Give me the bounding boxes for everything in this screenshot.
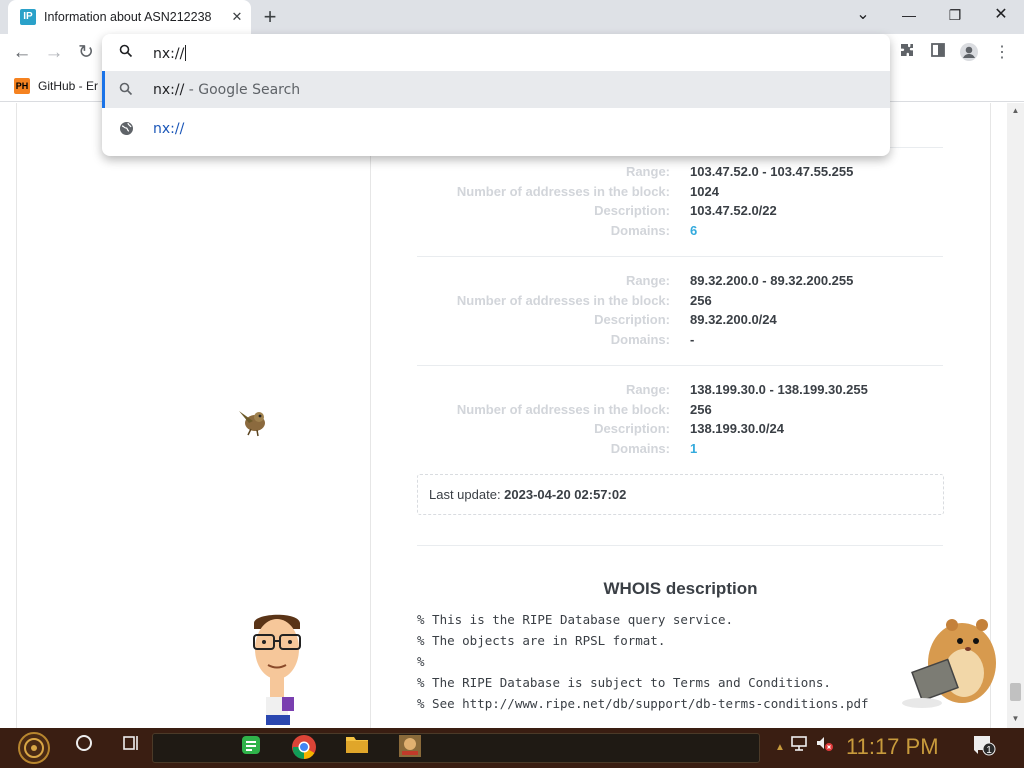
volume-muted-icon[interactable] (810, 734, 838, 762)
domains-value: - (690, 332, 695, 347)
extensions-puzzle-icon[interactable] (896, 42, 918, 64)
domains-link[interactable]: 1 (690, 441, 697, 456)
scroll-thumb[interactable] (1010, 683, 1021, 701)
minimize-button[interactable]: — (886, 0, 932, 30)
tab-close-icon[interactable]: ✕ (228, 8, 246, 26)
description-value: 138.199.30.0/24 (690, 421, 784, 436)
suggestion-url[interactable]: nx:// (102, 110, 890, 147)
range-value: 138.199.30.0 - 138.199.30.255 (690, 382, 868, 397)
range-value: 103.47.52.0 - 103.47.55.255 (690, 164, 854, 179)
start-button[interactable] (14, 731, 54, 768)
taskbar-clock[interactable]: 11:17 PM (846, 734, 939, 760)
last-update-box: Last update: 2023-04-20 02:57:02 (417, 474, 944, 515)
last-update-value: 2023-04-20 02:57:02 (504, 487, 627, 502)
restore-button[interactable]: ❐ (932, 0, 978, 30)
file-explorer-icon[interactable] (343, 734, 371, 762)
svg-text:1: 1 (986, 745, 992, 756)
page-scrollbar[interactable]: ▲ ▼ (1007, 103, 1024, 728)
search-circle-icon[interactable] (70, 734, 98, 762)
tab-strip: IP Information about ASN212238 ✕ + ⌄ — ❐… (0, 0, 1024, 34)
search-icon (118, 82, 134, 98)
tab-search-icon[interactable]: ⌄ (840, 0, 886, 30)
notes-app-icon[interactable] (237, 734, 265, 762)
tab-title: Information about ASN212238 (44, 10, 212, 24)
omnibox-dropdown: nx:// nx:// - Google Search nx:// (102, 34, 890, 156)
whois-line: % The objects are in RPSL format. (417, 633, 666, 648)
range-value: 89.32.200.0 - 89.32.200.255 (690, 273, 854, 288)
address-input[interactable]: nx:// (153, 45, 187, 62)
notifications-icon[interactable]: 1 (970, 734, 998, 762)
description-value: 103.47.52.0/22 (690, 203, 777, 218)
count-value: 256 (690, 293, 712, 308)
new-tab-button[interactable]: + (258, 4, 282, 30)
task-view-icon[interactable] (117, 734, 145, 762)
search-icon (118, 44, 134, 60)
ip-range-block: Range: 138.199.30.0 - 138.199.30.255 Numb… (456, 382, 868, 456)
active-tab[interactable]: IP Information about ASN212238 ✕ (8, 0, 251, 34)
cartoon-man-mascot[interactable] (248, 611, 306, 734)
scroll-down-icon[interactable]: ▼ (1007, 711, 1024, 726)
menu-kebab-icon[interactable]: ⋮ (991, 42, 1013, 64)
address-bar[interactable]: nx:// (102, 34, 890, 71)
hamster-mascot[interactable] (902, 603, 1006, 716)
profile-avatar-icon[interactable] (958, 42, 980, 64)
site-favicon-icon: IP (20, 9, 36, 25)
bird-pet-icon[interactable] (237, 405, 271, 442)
description-value: 89.32.200.0/24 (690, 312, 777, 327)
left-sidebar (16, 103, 371, 728)
whois-line: % (417, 654, 425, 669)
taskbar: ▲ 11:17 PM 1 (0, 728, 1024, 768)
count-value: 1024 (690, 184, 719, 199)
side-panel-icon[interactable] (927, 42, 949, 64)
whois-line: % See http://www.ripe.net/db/support/db-… (417, 696, 869, 711)
ip-range-block: Range: 89.32.200.0 - 89.32.200.255 Number… (456, 273, 854, 347)
whois-line: % The RIPE Database is subject to Terms … (417, 675, 831, 690)
whois-line: % This is the RIPE Database query servic… (417, 612, 734, 627)
chrome-icon[interactable] (290, 734, 318, 762)
suggestion-google-search[interactable]: nx:// - Google Search (102, 71, 890, 108)
game-app-icon[interactable] (396, 734, 424, 762)
globe-icon (118, 121, 134, 137)
reload-button[interactable]: ↻ (72, 40, 100, 66)
last-update-label: Last update: (429, 487, 505, 502)
forward-button[interactable]: → (40, 40, 68, 66)
domains-link[interactable]: 6 (690, 223, 697, 238)
ip-range-block: Range: 103.47.52.0 - 103.47.55.255 Number… (456, 164, 854, 238)
back-button[interactable]: ← (8, 40, 36, 66)
whois-heading: WHOIS description (603, 579, 758, 598)
bookmark-github[interactable]: GitHub - Er (38, 79, 98, 93)
web-page: Range: 103.47.52.0 - 103.47.55.255 Number… (0, 103, 1024, 728)
close-window-button[interactable]: ✕ (978, 0, 1024, 30)
scroll-up-icon[interactable]: ▲ (1007, 103, 1024, 118)
bookmark-favicon-icon: PH (14, 78, 30, 94)
count-value: 256 (690, 402, 712, 417)
